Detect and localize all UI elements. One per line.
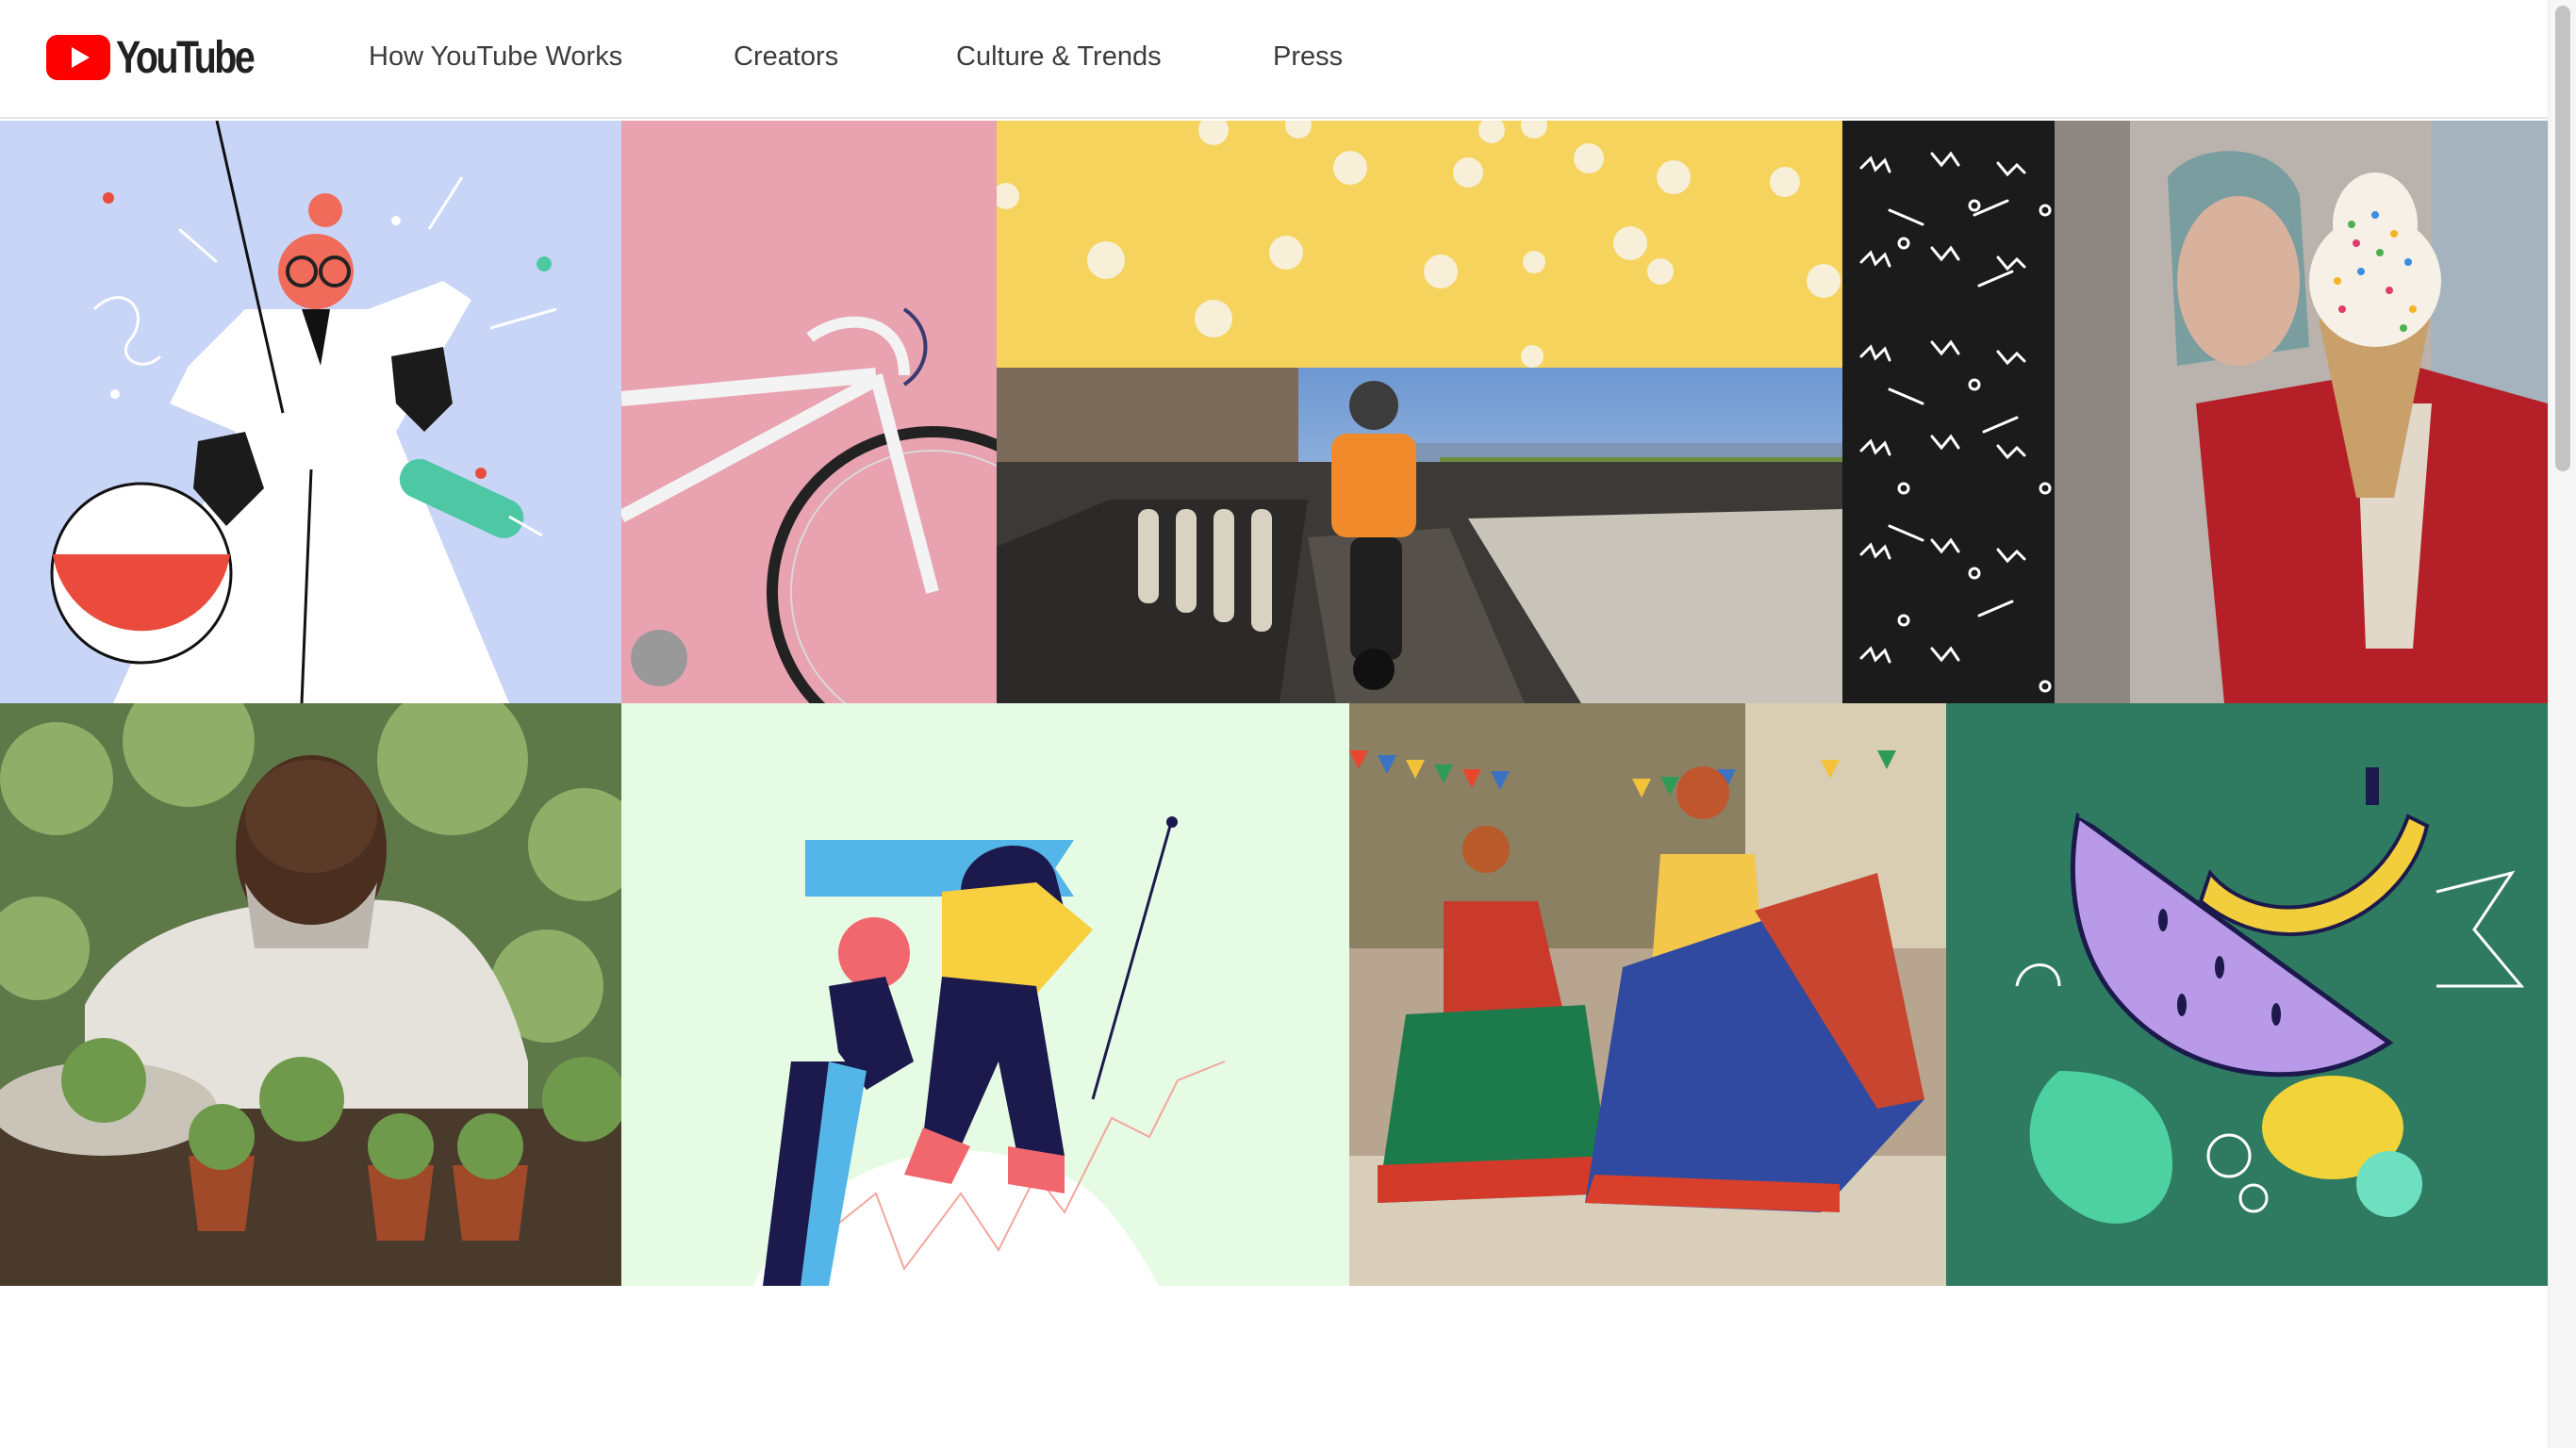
scrollbar-thumb[interactable] [2555, 6, 2570, 471]
bicycle-photo [621, 121, 997, 703]
nav-press[interactable]: Press [1273, 41, 1343, 73]
nav-creators[interactable]: Creators [734, 41, 838, 73]
brand-name: YouTube [116, 32, 256, 83]
dancers-photo [1349, 703, 1946, 1286]
climbers-illustration [621, 703, 1349, 1286]
nav-culture-trends[interactable]: Culture & Trends [956, 41, 1162, 73]
fruit-illustration [1946, 703, 2548, 1286]
gardener-photo [0, 703, 621, 1286]
youtube-play-icon [46, 35, 110, 80]
popcorn-photo [997, 121, 1842, 368]
motorbike-river-photo [997, 368, 1842, 703]
site-header: YouTube How YouTube Works Creators Cultu… [0, 0, 2548, 119]
page-scrollbar[interactable] [2548, 0, 2576, 1448]
ice-cream-photo [2055, 121, 2548, 703]
nav-how-youtube-works[interactable]: How YouTube Works [369, 41, 622, 73]
scientist-illustration [0, 121, 621, 703]
youtube-logo[interactable]: YouTube [46, 32, 283, 83]
squiggle-pattern [1842, 121, 2055, 703]
